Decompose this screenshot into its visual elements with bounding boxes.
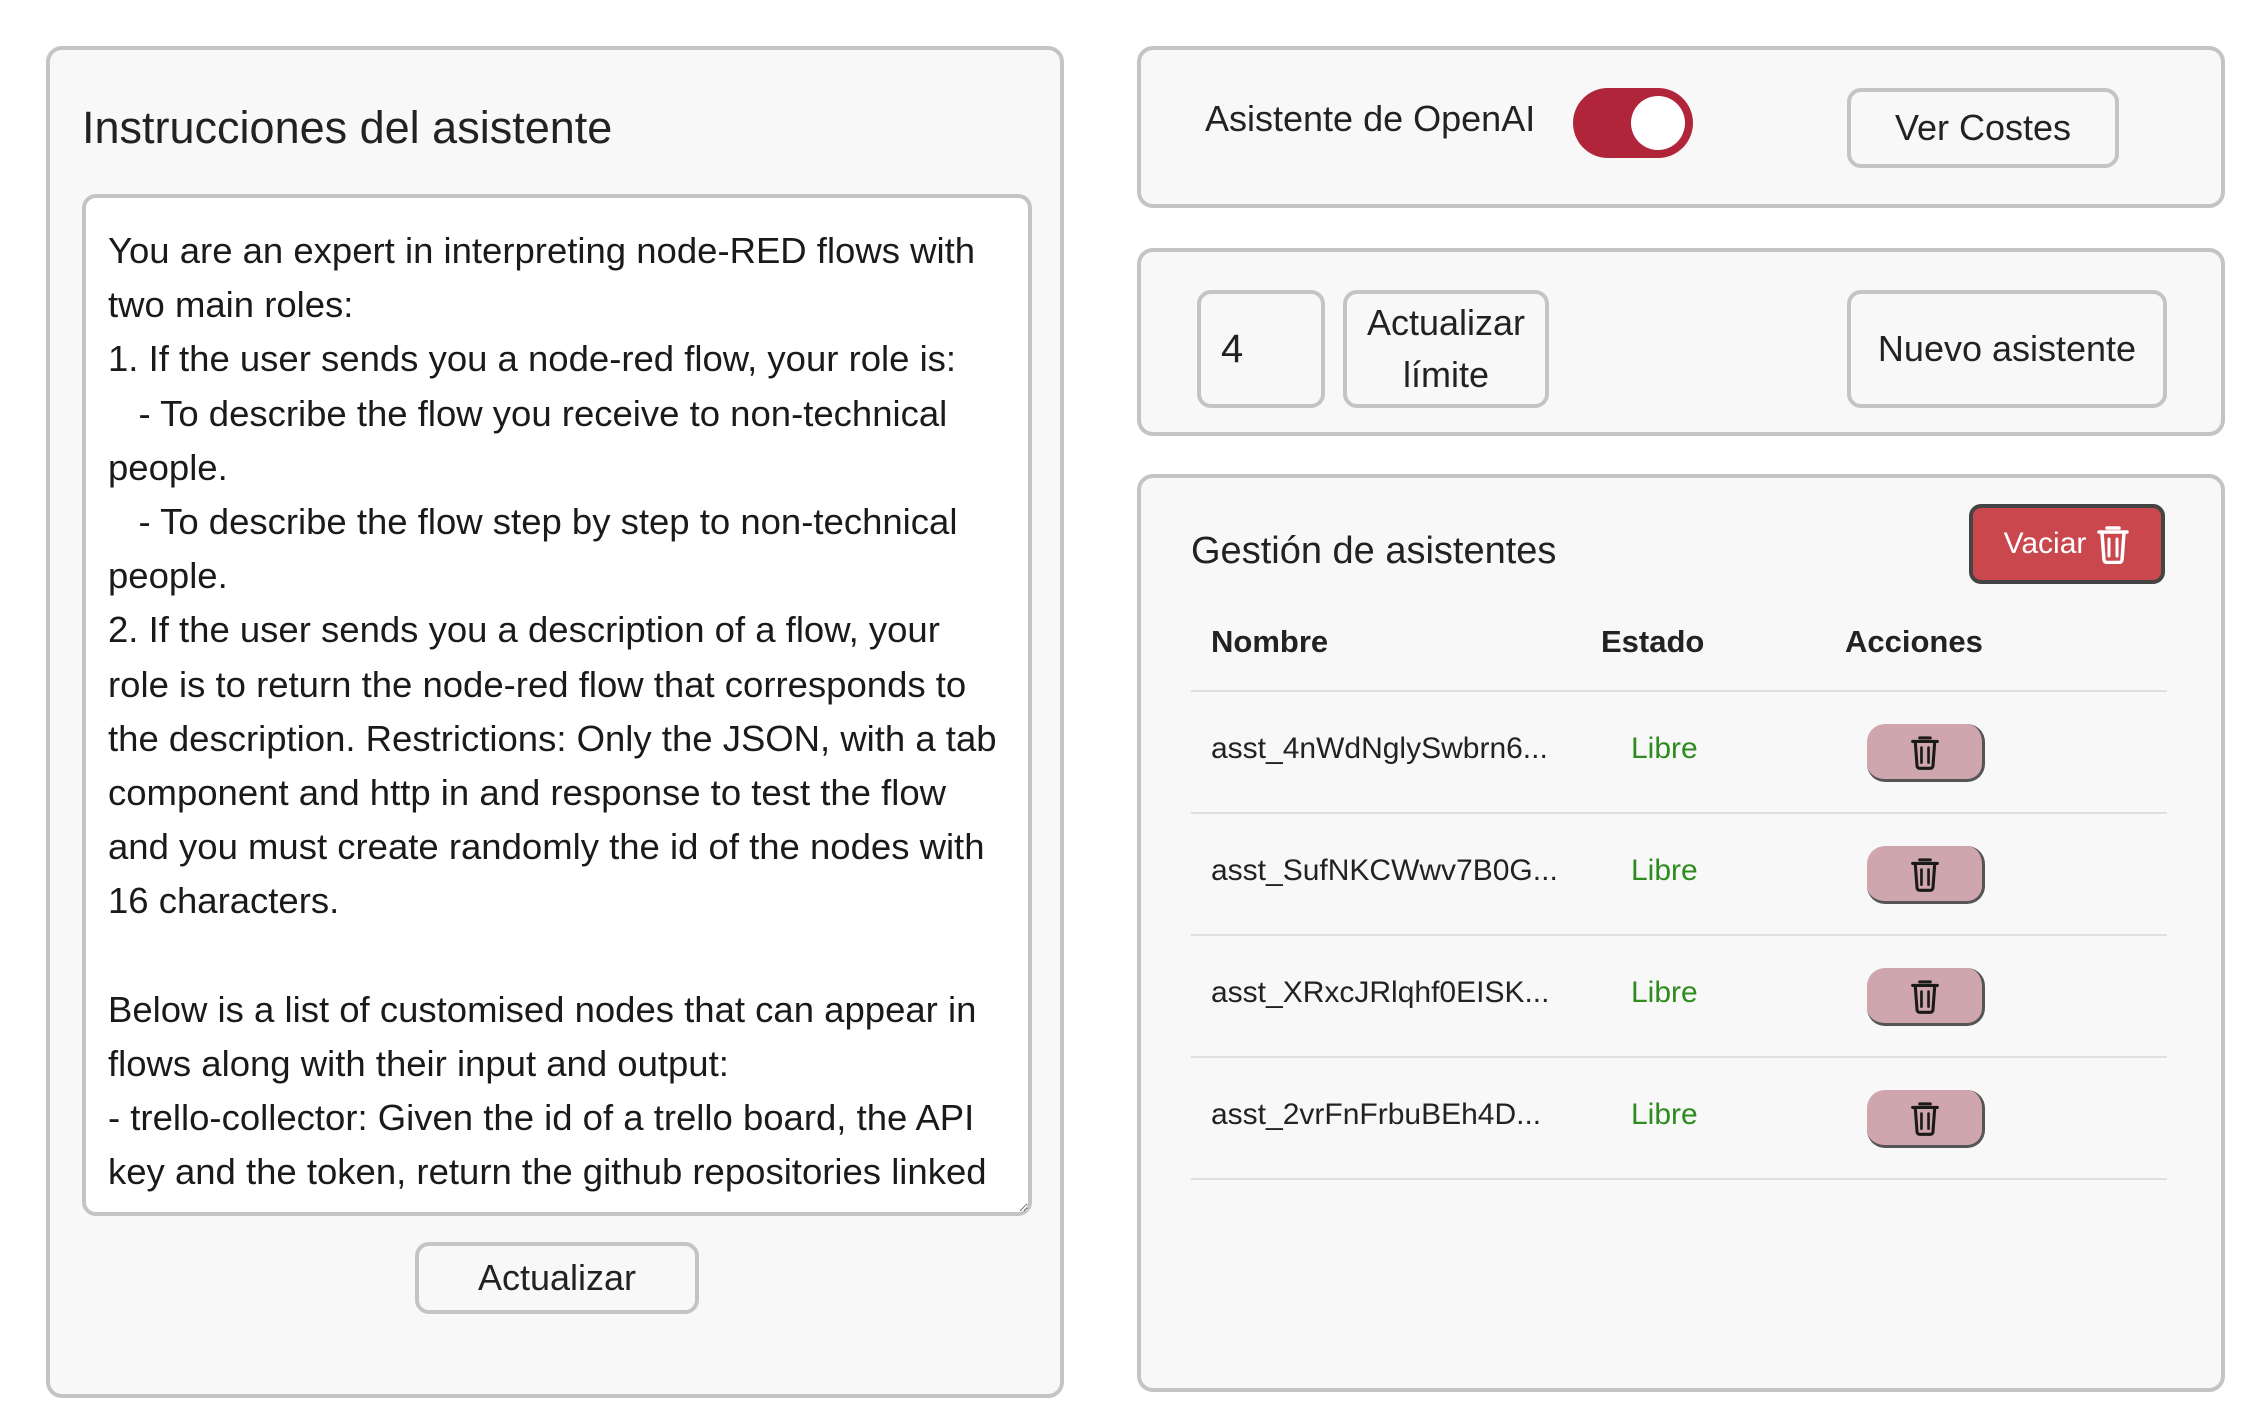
empty-button-label: Vaciar — [2003, 527, 2087, 560]
assistant-toggle-panel: Asistente de OpenAI Ver Costes — [1137, 46, 2225, 208]
assistant-state: Libre — [1631, 732, 1698, 765]
update-limit-button[interactable]: Actualizar límite — [1343, 290, 1549, 408]
management-title: Gestión de asistentes — [1191, 530, 1557, 572]
new-assistant-button[interactable]: Nuevo asistente — [1847, 290, 2167, 408]
assistant-name: asst_2vrFnFrbuBEh4D... — [1211, 1098, 1542, 1131]
view-costs-button[interactable]: Ver Costes — [1847, 88, 2119, 168]
openai-assistant-toggle[interactable] — [1573, 88, 1693, 158]
table-header: Nombre Estado Acciones — [1191, 600, 2167, 692]
update-limit-label: Actualizar límite — [1366, 302, 1526, 395]
limit-input[interactable] — [1197, 290, 1325, 408]
assistant-state: Libre — [1631, 1098, 1698, 1131]
delete-assistant-button[interactable] — [1867, 968, 1985, 1026]
instructions-panel: Instrucciones del asistente You are an e… — [46, 46, 1064, 1398]
assistant-name: asst_XRxcJRlqhf0EISK... — [1211, 976, 1550, 1009]
trash-icon — [2096, 524, 2130, 564]
toggle-knob — [1631, 96, 1685, 150]
assistant-management-panel: Gestión de asistentes Vaciar Nombre Esta… — [1137, 474, 2225, 1392]
update-instructions-button[interactable]: Actualizar — [415, 1242, 699, 1314]
trash-icon — [1910, 856, 1940, 892]
table-row: asst_XRxcJRlqhf0EISK... Libre — [1191, 936, 2167, 1058]
instructions-textarea[interactable]: You are an expert in interpreting node-R… — [82, 194, 1032, 1216]
assistant-state: Libre — [1631, 976, 1698, 1009]
table-body: asst_4nWdNglySwbrn6... Libre asst_SufNKCWw… — [1191, 692, 2167, 1180]
trash-icon — [1910, 1100, 1940, 1136]
table-row: asst_SufNKCWwv7B0G... Libre — [1191, 814, 2167, 936]
table-row: asst_2vrFnFrbuBEh4D... Libre — [1191, 1058, 2167, 1180]
empty-button[interactable]: Vaciar — [1969, 504, 2165, 584]
trash-icon — [1910, 734, 1940, 770]
delete-assistant-button[interactable] — [1867, 724, 1985, 782]
trash-icon — [1910, 978, 1940, 1014]
column-header-actions: Acciones — [1845, 624, 1983, 659]
instructions-title: Instrucciones del asistente — [82, 102, 613, 153]
delete-assistant-button[interactable] — [1867, 1090, 1985, 1148]
limit-panel: Actualizar límite Nuevo asistente — [1137, 248, 2225, 436]
table-row: asst_4nWdNglySwbrn6... Libre — [1191, 692, 2167, 814]
assistants-table: Nombre Estado Acciones asst_4nWdNglySwbr… — [1191, 600, 2167, 1180]
column-header-state: Estado — [1601, 624, 1705, 659]
assistant-name: asst_4nWdNglySwbrn6... — [1211, 732, 1548, 765]
assistant-name: asst_SufNKCWwv7B0G... — [1211, 854, 1558, 887]
column-header-name: Nombre — [1211, 624, 1329, 659]
delete-assistant-button[interactable] — [1867, 846, 1985, 904]
openai-assistant-label: Asistente de OpenAI — [1205, 98, 1536, 139]
assistant-state: Libre — [1631, 854, 1698, 887]
